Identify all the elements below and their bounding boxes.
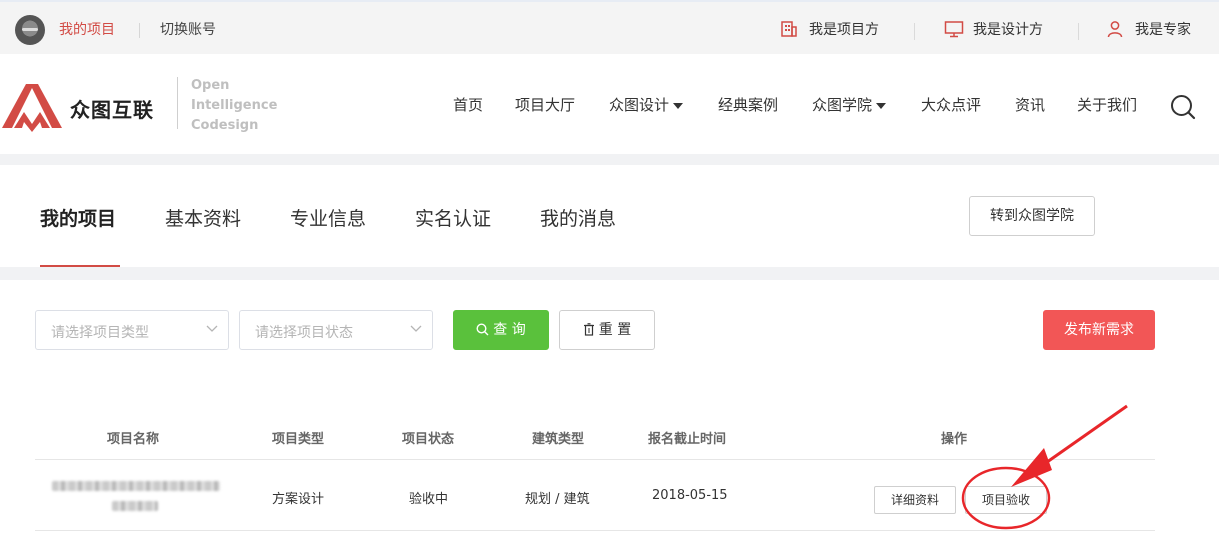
project-acceptance-button[interactable]: 项目验收 [965, 486, 1047, 514]
tab-real-name[interactable]: 实名认证 [415, 207, 491, 231]
row-divider [35, 530, 1155, 531]
divider [177, 77, 178, 129]
switch-account-link[interactable]: 切换账号 [160, 21, 216, 39]
profile-tabs: 我的项目 基本资料 专业信息 实名认证 我的消息 转到众图学院 [0, 165, 1219, 267]
building-icon [781, 21, 797, 37]
column-header: 报名截止时间 [648, 432, 727, 447]
column-header: 项目状态 [402, 432, 455, 447]
monitor-icon [944, 21, 964, 38]
details-button[interactable]: 详细资料 [874, 486, 956, 514]
brand-tagline: Open Intelligence Codesign [191, 78, 278, 133]
role-project-owner-link[interactable]: 我是项目方 [781, 21, 879, 39]
user-icon [1107, 21, 1123, 38]
tab-professional-info[interactable]: 专业信息 [290, 207, 366, 231]
brand-logo-mark[interactable] [0, 76, 64, 132]
deadline-cell: 2018-05-15 [652, 488, 728, 503]
nav-academy[interactable]: 众图学院 [812, 95, 887, 115]
brand-name[interactable]: 众图互联 [70, 94, 154, 123]
project-name-redacted [52, 479, 222, 515]
avatar[interactable] [15, 15, 45, 45]
role-label: 我是设计方 [973, 22, 1043, 38]
building-type-cell: 规划 / 建筑 [525, 492, 590, 507]
column-header: 操作 [941, 432, 968, 447]
divider [139, 23, 140, 38]
goto-academy-button[interactable]: 转到众图学院 [969, 196, 1095, 236]
publish-requirement-button[interactable]: 发布新需求 [1043, 310, 1155, 350]
column-header: 项目类型 [272, 432, 325, 447]
caret-down-icon [876, 102, 887, 109]
project-type-select[interactable]: 请选择项目类型 [35, 310, 229, 350]
my-projects-link[interactable]: 我的项目 [59, 21, 115, 39]
nav-project-hall[interactable]: 项目大厅 [515, 95, 575, 115]
tab-basic-info[interactable]: 基本资料 [165, 207, 241, 231]
chevron-down-icon [206, 325, 218, 332]
top-bar: 我的项目 切换账号 我是项目方 我是设计方 我是专家 [0, 0, 1219, 54]
caret-down-icon [673, 102, 684, 109]
nav-design[interactable]: 众图设计 [609, 95, 684, 115]
search-button[interactable]: 查 询 [453, 310, 549, 350]
select-placeholder: 请选择项目状态 [255, 325, 353, 341]
role-designer-link[interactable]: 我是设计方 [944, 21, 1043, 39]
nav-reviews[interactable]: 大众点评 [921, 95, 981, 115]
nav-home[interactable]: 首页 [453, 95, 483, 115]
project-status-select[interactable]: 请选择项目状态 [239, 310, 433, 350]
active-tab-indicator [40, 265, 120, 267]
nav-about[interactable]: 关于我们 [1077, 95, 1137, 115]
search-icon [476, 323, 489, 336]
column-header: 项目名称 [107, 432, 160, 447]
site-header: 众图互联 Open Intelligence Codesign 首页 项目大厅 … [0, 54, 1219, 154]
select-placeholder: 请选择项目类型 [51, 325, 149, 341]
nav-news[interactable]: 资讯 [1015, 95, 1045, 115]
role-expert-link[interactable]: 我是专家 [1107, 21, 1191, 39]
search-icon[interactable] [1169, 93, 1197, 121]
nav-cases[interactable]: 经典案例 [718, 95, 778, 115]
role-label: 我是专家 [1135, 22, 1191, 38]
column-header: 建筑类型 [532, 432, 585, 447]
reset-button[interactable]: 重 置 [559, 310, 655, 350]
role-label: 我是项目方 [809, 22, 879, 38]
chevron-down-icon [410, 325, 422, 332]
divider [914, 23, 915, 40]
tab-messages[interactable]: 我的消息 [540, 207, 616, 231]
trash-icon [583, 323, 594, 336]
project-status-cell: 验收中 [409, 492, 449, 507]
project-type-cell: 方案设计 [272, 492, 325, 507]
tab-my-projects[interactable]: 我的项目 [40, 207, 116, 231]
projects-panel: 请选择项目类型 请选择项目状态 查 询 重 置 发布新需求 项目名称 项目类型 … [0, 280, 1219, 535]
row-divider [35, 459, 1155, 460]
divider [1078, 23, 1079, 40]
